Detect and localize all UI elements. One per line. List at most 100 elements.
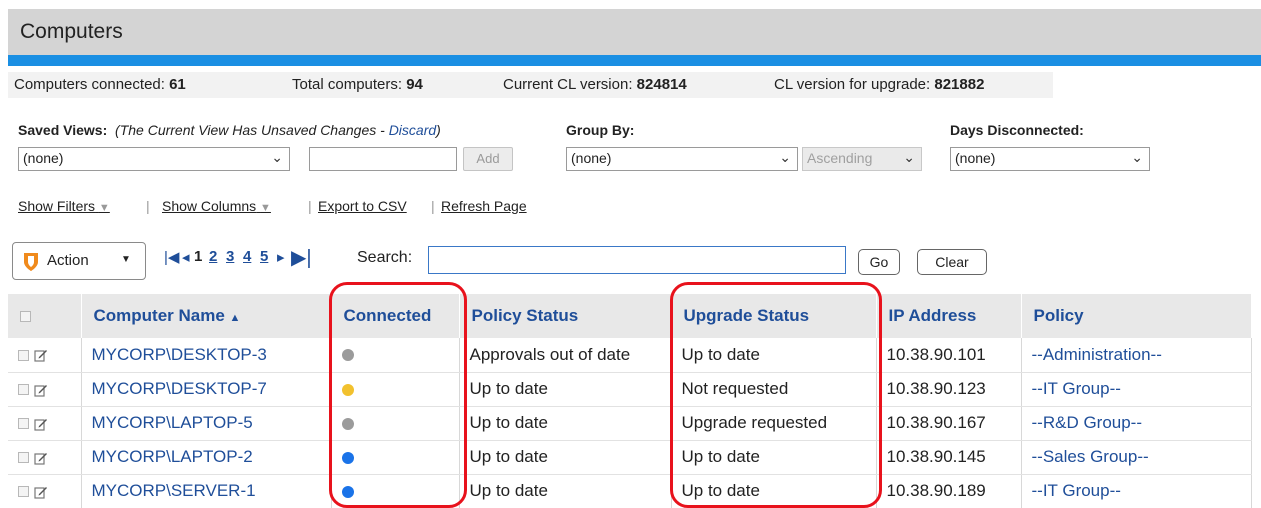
first-page-icon[interactable]: |◀: [164, 248, 179, 266]
computers-connected-stat: Computers connected: 61: [14, 76, 186, 93]
show-columns-link[interactable]: Show Columns ▼: [162, 198, 271, 214]
table-row[interactable]: MYCORP\DESKTOP-7 Up to date Not requested 1…: [8, 372, 1252, 407]
last-page-icon[interactable]: ▶|: [291, 245, 312, 270]
table-header-row: Computer Name ▲ Connected Policy Status …: [8, 294, 1252, 338]
select-all-checkbox[interactable]: [20, 311, 31, 323]
action-menu-button[interactable]: Action ▼: [12, 242, 146, 280]
connected-cell: [331, 406, 460, 441]
edit-icon[interactable]: [34, 417, 48, 431]
show-filters-link[interactable]: Show Filters ▼: [18, 198, 110, 214]
action-label: Action: [47, 252, 89, 269]
show-filters-label: Show Filters: [18, 198, 96, 214]
saved-views-label: Saved Views:: [18, 122, 108, 138]
edit-icon[interactable]: [34, 348, 48, 362]
divider: |: [308, 198, 312, 214]
current-cl-stat: Current CL version: 824814: [503, 76, 687, 93]
computer-name-cell[interactable]: MYCORP\DESKTOP-7: [81, 372, 332, 407]
edit-icon[interactable]: [34, 383, 48, 397]
view-name-input[interactable]: [309, 147, 457, 171]
ip-address-cell: 10.38.90.101: [876, 338, 1022, 373]
group-by-select[interactable]: (none) ⌄: [566, 147, 798, 171]
table-row[interactable]: MYCORP\LAPTOP-2 Up to date Up to date 10.38…: [8, 440, 1252, 475]
row-checkbox[interactable]: [18, 452, 29, 464]
saved-views-select[interactable]: (none) ⌄: [18, 147, 290, 171]
col-computer-name[interactable]: Computer Name ▲: [81, 294, 332, 338]
stat-label: Computers connected:: [14, 76, 165, 93]
row-actions: [8, 406, 82, 441]
saved-views-value: (none): [23, 150, 64, 166]
chevron-down-icon: ⌄: [903, 149, 915, 165]
column-label: Computer Name: [93, 306, 225, 325]
stat-label: Current CL version:: [503, 76, 633, 93]
row-actions: [8, 474, 82, 508]
divider: |: [146, 198, 150, 214]
page-1: 1: [194, 248, 203, 265]
connection-status-dot: [341, 451, 354, 464]
policy-cell: --IT Group--: [1021, 474, 1252, 508]
row-checkbox[interactable]: [18, 486, 29, 498]
ip-address-cell: 10.38.90.123: [876, 372, 1022, 407]
col-ip-address[interactable]: IP Address: [876, 294, 1022, 338]
stat-value: 94: [406, 76, 423, 93]
shield-icon: [24, 253, 38, 271]
unsaved-changes-note: (The Current View Has Unsaved Changes - …: [115, 122, 441, 138]
table-row[interactable]: MYCORP\DESKTOP-3 Approvals out of date Up …: [8, 338, 1252, 373]
policy-status-cell: Approvals out of date: [459, 338, 672, 373]
policy-status-cell: Up to date: [459, 406, 672, 441]
policy-cell: --IT Group--: [1021, 372, 1252, 407]
page-5[interactable]: 5: [260, 248, 268, 265]
edit-icon[interactable]: [34, 451, 48, 465]
clear-button[interactable]: Clear: [917, 249, 987, 275]
page-title: Computers: [20, 20, 123, 43]
col-connected[interactable]: Connected: [331, 294, 460, 338]
go-button[interactable]: Go: [858, 249, 900, 275]
col-policy-status[interactable]: Policy Status: [459, 294, 672, 338]
computer-name-cell[interactable]: MYCORP\SERVER-1: [81, 474, 332, 508]
edit-icon[interactable]: [34, 485, 48, 499]
row-actions: [8, 372, 82, 407]
page-4[interactable]: 4: [243, 248, 251, 265]
days-disconnected-select[interactable]: (none) ⌄: [950, 147, 1150, 171]
computer-name-cell[interactable]: MYCORP\LAPTOP-5: [81, 406, 332, 441]
table-row[interactable]: MYCORP\LAPTOP-5 Up to date Upgrade request…: [8, 406, 1252, 441]
ip-address-cell: 10.38.90.145: [876, 440, 1022, 475]
upgrade-status-cell: Up to date: [671, 338, 877, 373]
select-all-header[interactable]: [8, 294, 82, 338]
caret-down-icon: ▼: [260, 202, 271, 214]
connected-cell: [331, 440, 460, 475]
row-checkbox[interactable]: [18, 384, 29, 396]
col-upgrade-status[interactable]: Upgrade Status: [671, 294, 877, 338]
policy-status-cell: Up to date: [459, 440, 672, 475]
stat-label: Total computers:: [292, 76, 403, 93]
page-header: Computers: [8, 9, 1261, 55]
add-view-button[interactable]: Add: [463, 147, 513, 171]
discard-link[interactable]: Discard: [389, 122, 436, 138]
prev-page-icon[interactable]: ◂: [182, 248, 190, 266]
policy-cell: --Sales Group--: [1021, 440, 1252, 475]
connection-status-dot: [341, 485, 354, 498]
row-checkbox[interactable]: [18, 349, 29, 361]
connected-cell: [331, 372, 460, 407]
stats-bar: Computers connected: 61 Total computers:…: [8, 72, 1053, 98]
page-3[interactable]: 3: [226, 248, 234, 265]
next-page-icon[interactable]: ▸: [277, 248, 285, 266]
refresh-page-link[interactable]: Refresh Page: [441, 198, 527, 214]
row-checkbox[interactable]: [18, 418, 29, 430]
computer-name-cell[interactable]: MYCORP\DESKTOP-3: [81, 338, 332, 373]
connection-status-dot: [341, 383, 354, 396]
note-suffix: ): [436, 122, 441, 138]
chevron-down-icon: ⌄: [779, 149, 791, 165]
computers-table: Computer Name ▲ Connected Policy Status …: [8, 294, 1252, 508]
upgrade-cl-stat: CL version for upgrade: 821882: [774, 76, 984, 93]
sort-order-select[interactable]: Ascending ⌄: [802, 147, 922, 171]
sort-order-value: Ascending: [807, 150, 873, 166]
computer-name-cell[interactable]: MYCORP\LAPTOP-2: [81, 440, 332, 475]
col-policy[interactable]: Policy: [1021, 294, 1252, 338]
table-row[interactable]: MYCORP\SERVER-1 Up to date Up to date 10.38…: [8, 474, 1252, 508]
row-actions: [8, 338, 82, 373]
page-2[interactable]: 2: [209, 248, 217, 265]
search-input[interactable]: [428, 246, 846, 274]
export-csv-link[interactable]: Export to CSV: [318, 198, 407, 214]
caret-down-icon: ▼: [121, 254, 131, 265]
days-disconnected-label: Days Disconnected:: [950, 122, 1084, 138]
